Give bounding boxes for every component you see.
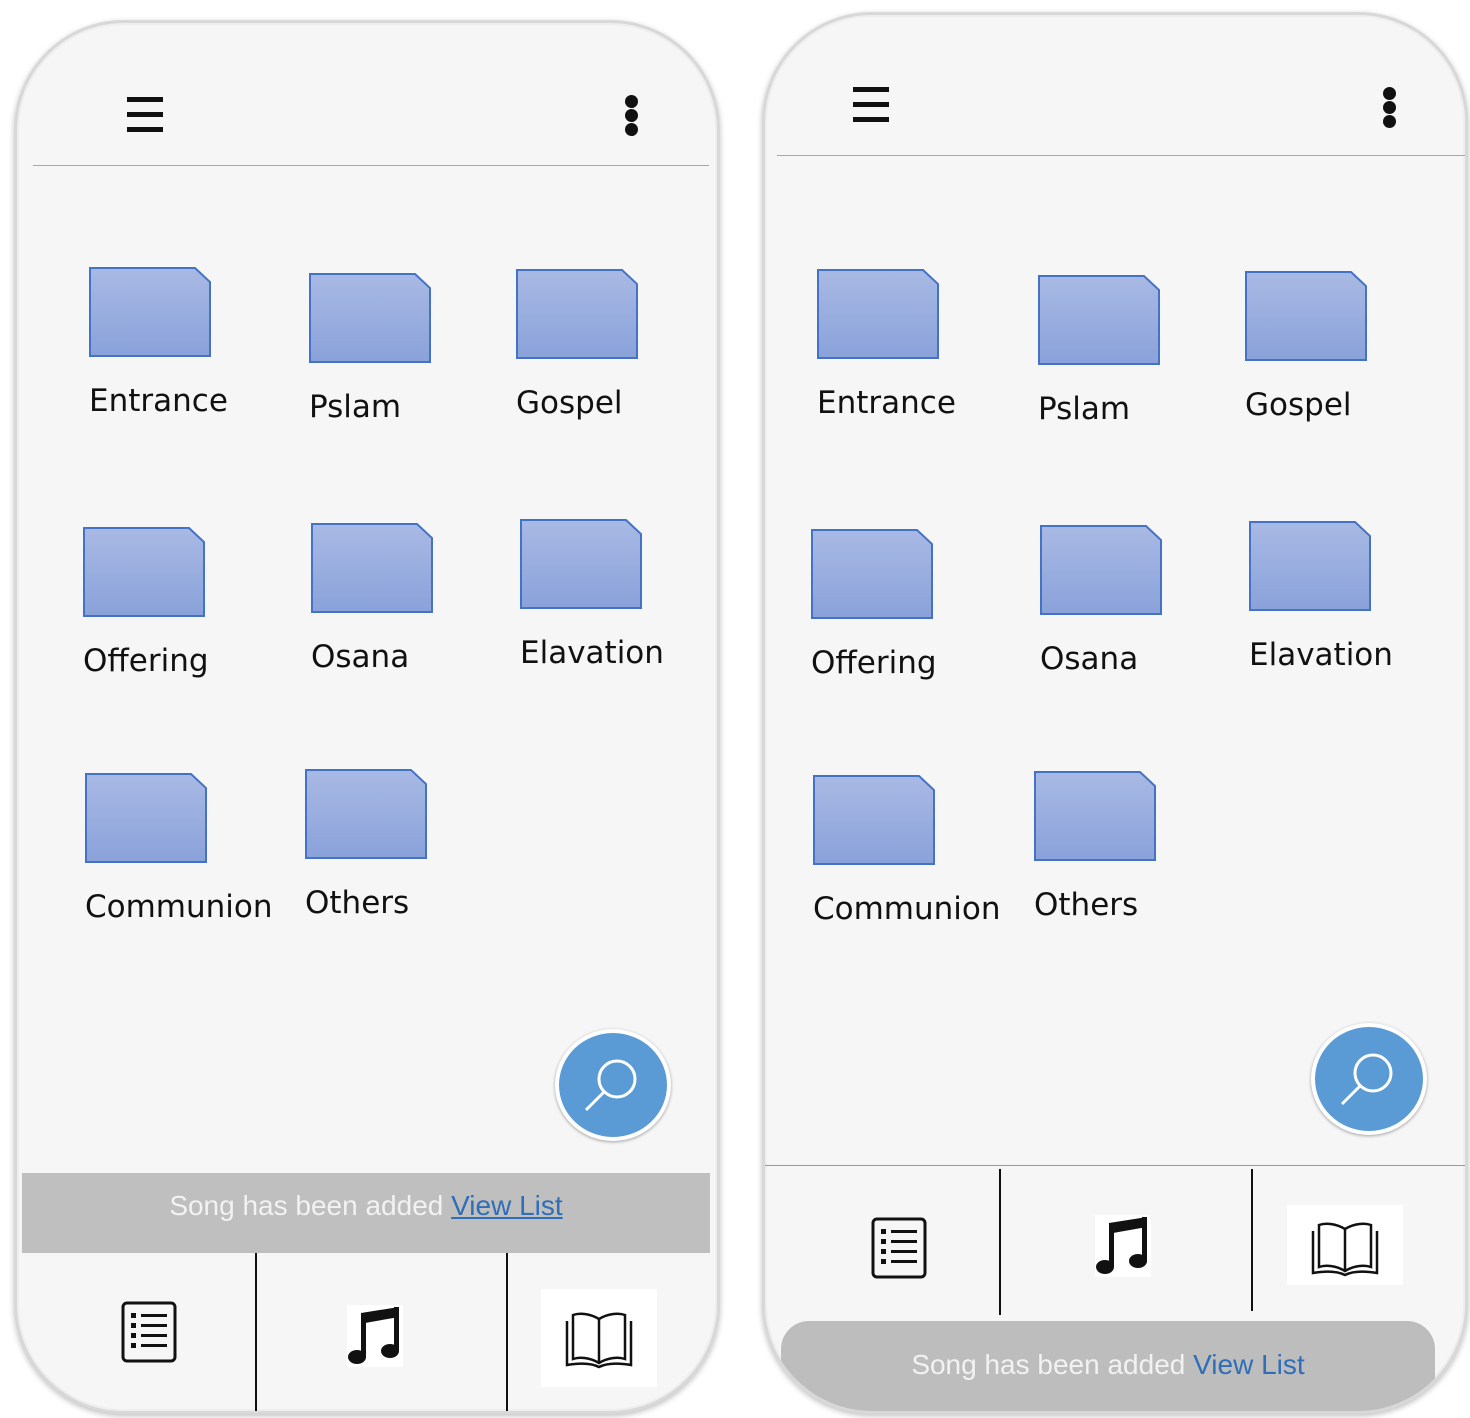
folder-pslam[interactable]: Pslam <box>309 273 443 425</box>
nav-book-button[interactable] <box>1287 1205 1403 1285</box>
nav-list-button[interactable] <box>119 1299 179 1365</box>
nav-divider <box>506 1253 508 1411</box>
search-icon <box>1340 1053 1393 1106</box>
folder-icon <box>1249 521 1371 611</box>
folder-label: Communion <box>813 891 1001 927</box>
nav-divider <box>999 1169 1001 1315</box>
music-note-icon <box>1096 1217 1147 1274</box>
folder-label: Entrance <box>89 383 228 419</box>
more-options-icon[interactable] <box>625 95 639 137</box>
bottom-navigation <box>765 1169 1465 1319</box>
phone-screen-snackbar-above-nav: Entrance Pslam Gospel Offering Osana Ela… <box>14 20 720 1414</box>
folder-icon <box>305 769 427 859</box>
folder-icon <box>1038 275 1160 365</box>
folder-icon <box>1245 271 1367 361</box>
folder-osana[interactable]: Osana <box>311 523 445 675</box>
snackbar-message: Song has been added <box>911 1349 1186 1380</box>
folder-label: Entrance <box>817 385 956 421</box>
folder-icon <box>516 269 638 359</box>
hamburger-menu-icon[interactable] <box>853 87 889 123</box>
list-icon <box>871 1217 927 1279</box>
folder-icon <box>309 273 431 363</box>
view-list-link[interactable]: View List <box>451 1190 563 1221</box>
folder-entrance[interactable]: Entrance <box>817 269 956 421</box>
folder-icon <box>1040 525 1162 615</box>
more-options-icon[interactable] <box>1383 87 1397 129</box>
folder-elavation[interactable]: Elavation <box>520 519 664 671</box>
folder-offering[interactable]: Offering <box>83 527 217 679</box>
folder-icon <box>89 267 211 357</box>
folder-label: Offering <box>83 643 209 679</box>
app-bar <box>33 23 709 166</box>
folder-pslam[interactable]: Pslam <box>1038 275 1172 427</box>
folder-icon <box>813 775 935 865</box>
nav-top-border <box>765 1165 1465 1166</box>
folder-communion[interactable]: Communion <box>813 775 1001 927</box>
folder-communion[interactable]: Communion <box>85 773 273 925</box>
folder-elavation[interactable]: Elavation <box>1249 521 1393 673</box>
folder-entrance[interactable]: Entrance <box>89 267 228 419</box>
folder-others[interactable]: Others <box>305 769 439 921</box>
folder-icon <box>811 529 933 619</box>
folder-gospel[interactable]: Gospel <box>516 269 650 421</box>
folder-osana[interactable]: Osana <box>1040 525 1174 677</box>
search-icon <box>584 1059 637 1112</box>
folder-label: Gospel <box>1245 387 1352 423</box>
folder-label: Osana <box>1040 641 1139 677</box>
view-list-link[interactable]: View List <box>1193 1349 1305 1380</box>
snackbar: Song has been added View List <box>781 1321 1435 1411</box>
folder-label: Gospel <box>516 385 623 421</box>
book-icon <box>565 1312 633 1369</box>
snackbar-message: Song has been added <box>169 1190 444 1221</box>
bottom-navigation <box>17 1253 717 1411</box>
folder-label: Pslam <box>1038 391 1131 427</box>
nav-music-button[interactable] <box>347 1305 403 1367</box>
folder-label: Osana <box>311 639 410 675</box>
folder-label: Pslam <box>309 389 402 425</box>
phone-screen-snackbar-below-nav: Entrance Pslam Gospel Offering Osana Ela… <box>762 12 1468 1414</box>
folder-label: Others <box>1034 887 1139 923</box>
folder-icon <box>83 527 205 617</box>
folder-label: Elavation <box>1249 637 1393 673</box>
app-bar <box>777 15 1465 156</box>
folder-offering[interactable]: Offering <box>811 529 945 681</box>
folder-label: Elavation <box>520 635 664 671</box>
nav-divider <box>255 1253 257 1411</box>
folder-label: Others <box>305 885 410 921</box>
folder-others[interactable]: Others <box>1034 771 1168 923</box>
book-icon <box>1311 1222 1379 1277</box>
nav-music-button[interactable] <box>1095 1215 1151 1277</box>
nav-book-button[interactable] <box>541 1289 657 1387</box>
folder-label: Offering <box>811 645 937 681</box>
folder-icon <box>520 519 642 609</box>
nav-list-button[interactable] <box>869 1215 929 1281</box>
folder-gospel[interactable]: Gospel <box>1245 271 1379 423</box>
folder-icon <box>311 523 433 613</box>
folder-icon <box>1034 771 1156 861</box>
hamburger-menu-icon[interactable] <box>127 97 163 133</box>
folder-label: Communion <box>85 889 273 925</box>
search-fab-button[interactable] <box>1311 1023 1427 1135</box>
folder-icon <box>85 773 207 863</box>
search-fab-button[interactable] <box>555 1029 671 1141</box>
nav-divider <box>1251 1169 1253 1311</box>
music-note-icon <box>348 1307 399 1364</box>
list-icon <box>121 1301 177 1363</box>
folder-icon <box>817 269 939 359</box>
snackbar: Song has been added View List <box>22 1173 710 1253</box>
